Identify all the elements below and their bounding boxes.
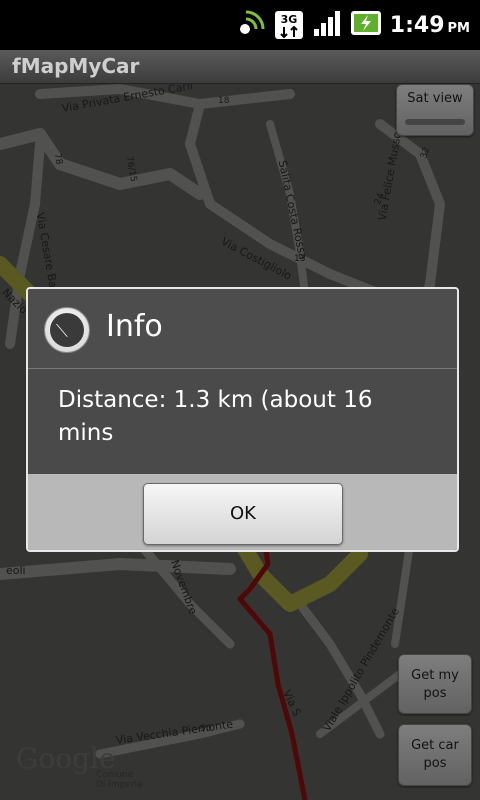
network-type-label: 3G xyxy=(280,13,297,26)
dialog-header: Info xyxy=(28,289,457,369)
battery-icon xyxy=(350,8,382,42)
ok-button[interactable]: OK xyxy=(143,483,343,545)
signal-icon xyxy=(312,8,342,42)
gps-icon xyxy=(236,8,266,42)
status-bar: 3G 1:49 PM xyxy=(0,0,480,50)
dialog-title: Info xyxy=(106,309,163,344)
info-icon xyxy=(44,307,90,353)
clock-time: 1:49 xyxy=(389,12,445,38)
clock: 1:49 PM xyxy=(390,13,470,38)
dialog-body: Distance: 1.3 km (about 16 mins xyxy=(28,370,457,474)
app-title: fMapMyCar xyxy=(12,54,140,78)
dialog-footer: OK xyxy=(28,474,457,550)
info-dialog: Info Distance: 1.3 km (about 16 mins OK xyxy=(26,287,459,552)
3g-icon: 3G xyxy=(274,10,304,40)
status-icons: 3G 1:49 PM xyxy=(228,8,470,42)
clock-ampm: PM xyxy=(447,20,470,36)
title-bar: fMapMyCar xyxy=(0,50,480,84)
dialog-message: Distance: 1.3 km (about 16 mins xyxy=(58,387,373,446)
